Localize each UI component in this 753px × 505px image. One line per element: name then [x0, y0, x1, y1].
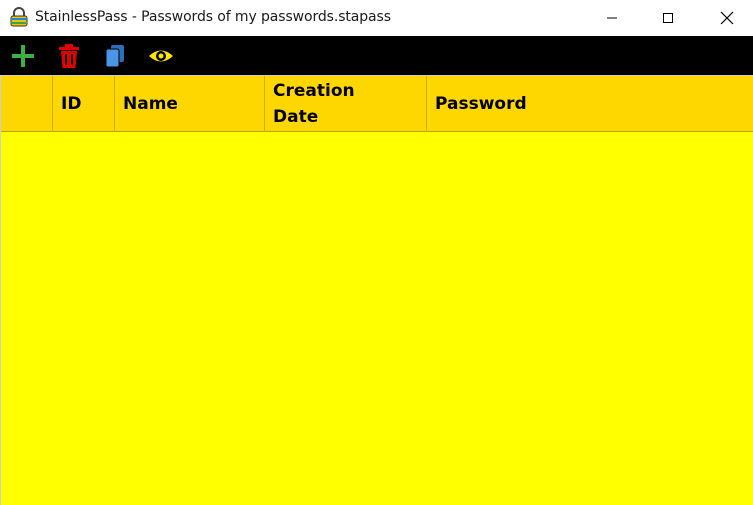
column-header-password[interactable]: Password: [427, 76, 753, 132]
column-header-name[interactable]: Name: [115, 76, 265, 132]
table-header: ID Name Creation Date Password: [1, 75, 753, 132]
column-header-creation-date-label: Creation Date: [273, 81, 355, 127]
maximize-button[interactable]: [645, 0, 691, 36]
column-header-id[interactable]: ID: [53, 76, 115, 132]
trash-icon[interactable]: [56, 43, 82, 69]
eye-icon[interactable]: [148, 43, 174, 69]
padlock-icon: [9, 7, 29, 27]
password-table[interactable]: ID Name Creation Date Password: [0, 75, 753, 505]
toolbar: [0, 36, 753, 75]
column-header-creation-date[interactable]: Creation Date: [265, 76, 427, 132]
window-title: StainlessPass - Passwords of my password…: [35, 9, 391, 25]
minimize-button[interactable]: [589, 0, 635, 36]
close-button[interactable]: [704, 0, 750, 36]
title-bar: StainlessPass - Passwords of my password…: [0, 0, 753, 36]
column-header-select[interactable]: [1, 76, 53, 132]
add-icon[interactable]: [10, 43, 36, 69]
copy-icon[interactable]: [102, 43, 128, 69]
